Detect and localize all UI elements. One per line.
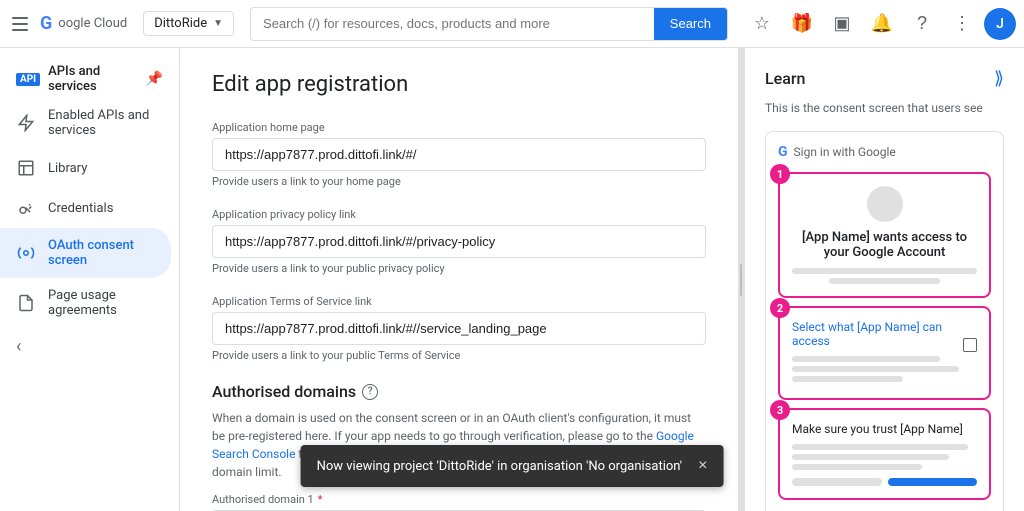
app-home-input[interactable] — [212, 138, 706, 171]
app-privacy-input[interactable] — [212, 225, 706, 258]
required-marker: * — [318, 493, 323, 506]
step-2-header: Select what [App Name] can access — [792, 320, 977, 348]
app-home-page-section: Application home page Provide users a li… — [212, 121, 706, 188]
app-tos-section: Application Terms of Service link Provid… — [212, 295, 706, 362]
step-3-header: Make sure you trust [App Name] — [792, 422, 977, 436]
terminal-icon[interactable]: ▣ — [824, 6, 860, 42]
app-privacy-label: Application privacy policy link — [212, 208, 706, 221]
app-home-label: Application home page — [212, 121, 706, 134]
doc-icon — [16, 293, 36, 313]
mock-cancel-btn — [792, 478, 882, 486]
app-home-hint: Provide users a link to your home page — [212, 175, 706, 188]
consent-preview: G Sign in with Google 1 [App Name] wants… — [765, 131, 1004, 511]
step3-line-1 — [792, 444, 968, 450]
pin-icon[interactable]: 📌 — [146, 71, 163, 87]
app-tos-label: Application Terms of Service link — [212, 295, 706, 308]
app-privacy-section: Application privacy policy link Provide … — [212, 208, 706, 275]
consent-step-1: 1 [App Name] wants access to your Google… — [778, 172, 991, 298]
mock-line-a — [792, 356, 940, 362]
app-icon-mock — [867, 186, 903, 222]
mock-line-b — [792, 366, 959, 372]
right-panel: Learn ⟫ This is the consent screen that … — [744, 48, 1024, 511]
topbar: G oogle Cloud DittoRide ▼ Search ☆ 🎁 ▣ 🔔… — [0, 0, 1024, 48]
mock-button-row — [792, 478, 977, 486]
project-name: DittoRide — [154, 16, 207, 31]
sidebar-header: API APIs and services 📌 — [0, 56, 179, 98]
mock-lines-group — [792, 356, 977, 382]
mock-line-2 — [829, 278, 940, 284]
star-icon[interactable]: ☆ — [744, 6, 780, 42]
right-panel-title: Learn — [765, 69, 805, 88]
search-button[interactable]: Search — [654, 8, 727, 40]
sidebar-item-oauth[interactable]: OAuth consent screen — [0, 228, 171, 278]
toast-close-button[interactable]: × — [698, 457, 707, 475]
sidebar-item-enabled[interactable]: Enabled APIs and services — [0, 98, 171, 148]
mock-confirm-btn — [888, 478, 978, 486]
consent-step-3: 3 Make sure you trust [App Name] — [778, 408, 991, 500]
consent-step-2: 2 Select what [App Name] can access — [778, 306, 991, 400]
step-3-lines — [792, 444, 977, 470]
mock-checkbox — [963, 338, 977, 352]
right-panel-header: Learn ⟫ — [765, 68, 1004, 89]
app-tos-hint: Provide users a link to your public Term… — [212, 349, 706, 362]
content-area: Edit app registration Application home p… — [180, 48, 738, 511]
gift-icon[interactable]: 🎁 — [784, 6, 820, 42]
app-privacy-hint: Provide users a link to your public priv… — [212, 262, 706, 275]
sidebar-item-credentials[interactable]: Credentials — [0, 188, 171, 228]
step-2-number: 2 — [770, 298, 790, 318]
step3-line-2 — [792, 454, 949, 460]
domain-field-wrapper: Authorised domain 1 * — [212, 493, 706, 511]
right-panel-desc: This is the consent screen that users se… — [765, 101, 1004, 115]
main-container: API APIs and services 📌 Enabled APIs and… — [0, 48, 1024, 511]
sidebar-item-pageusage[interactable]: Page usage agreements — [0, 278, 171, 328]
chevron-down-icon: ▼ — [213, 18, 223, 29]
step-1-content: [App Name] wants access to your Google A… — [792, 186, 977, 284]
step-3-number: 3 — [770, 400, 790, 420]
google-signin-header: G Sign in with Google — [778, 144, 991, 160]
step-1-title: [App Name] wants access to your Google A… — [792, 230, 977, 260]
mock-line-1 — [792, 268, 977, 274]
sidebar: API APIs and services 📌 Enabled APIs and… — [0, 48, 180, 511]
more-icon[interactable]: ⋮ — [944, 6, 980, 42]
project-selector[interactable]: DittoRide ▼ — [143, 11, 234, 36]
bell-icon[interactable]: 🔔 — [864, 6, 900, 42]
expand-icon[interactable]: ⟫ — [994, 68, 1004, 89]
oauth-icon — [16, 243, 36, 263]
page-title: Edit app registration — [212, 72, 706, 97]
topbar-right: ☆ 🎁 ▣ 🔔 ? ⋮ J — [744, 6, 1016, 42]
search-bar: Search — [250, 7, 728, 41]
google-cloud-logo[interactable]: G oogle Cloud — [40, 13, 127, 34]
menu-icon[interactable] — [8, 12, 32, 36]
app-tos-input[interactable] — [212, 312, 706, 345]
authorised-domains-help-icon[interactable]: ? — [362, 384, 378, 400]
toast-message: Now viewing project 'DittoRide' in organ… — [317, 459, 683, 474]
step-1-number: 1 — [770, 164, 790, 184]
step3-line-3 — [792, 464, 922, 470]
toast-notification: Now viewing project 'DittoRide' in organ… — [301, 445, 724, 487]
topbar-left: G oogle Cloud DittoRide ▼ — [8, 11, 234, 36]
library-icon — [16, 158, 36, 178]
search-input[interactable] — [251, 16, 654, 31]
key-icon — [16, 198, 36, 218]
avatar[interactable]: J — [984, 8, 1016, 40]
domain-field-label: Authorised domain 1 * — [212, 493, 706, 506]
mock-line-c — [792, 376, 903, 382]
api-badge: API — [16, 73, 40, 86]
authorised-domains-heading: Authorised domains ? — [212, 382, 706, 401]
sidebar-title: APIs and services — [48, 64, 137, 94]
sidebar-item-library[interactable]: Library — [0, 148, 171, 188]
lightning-icon — [16, 113, 36, 133]
help-icon[interactable]: ? — [904, 6, 940, 42]
sidebar-collapse-btn[interactable]: ‹ — [0, 328, 179, 365]
